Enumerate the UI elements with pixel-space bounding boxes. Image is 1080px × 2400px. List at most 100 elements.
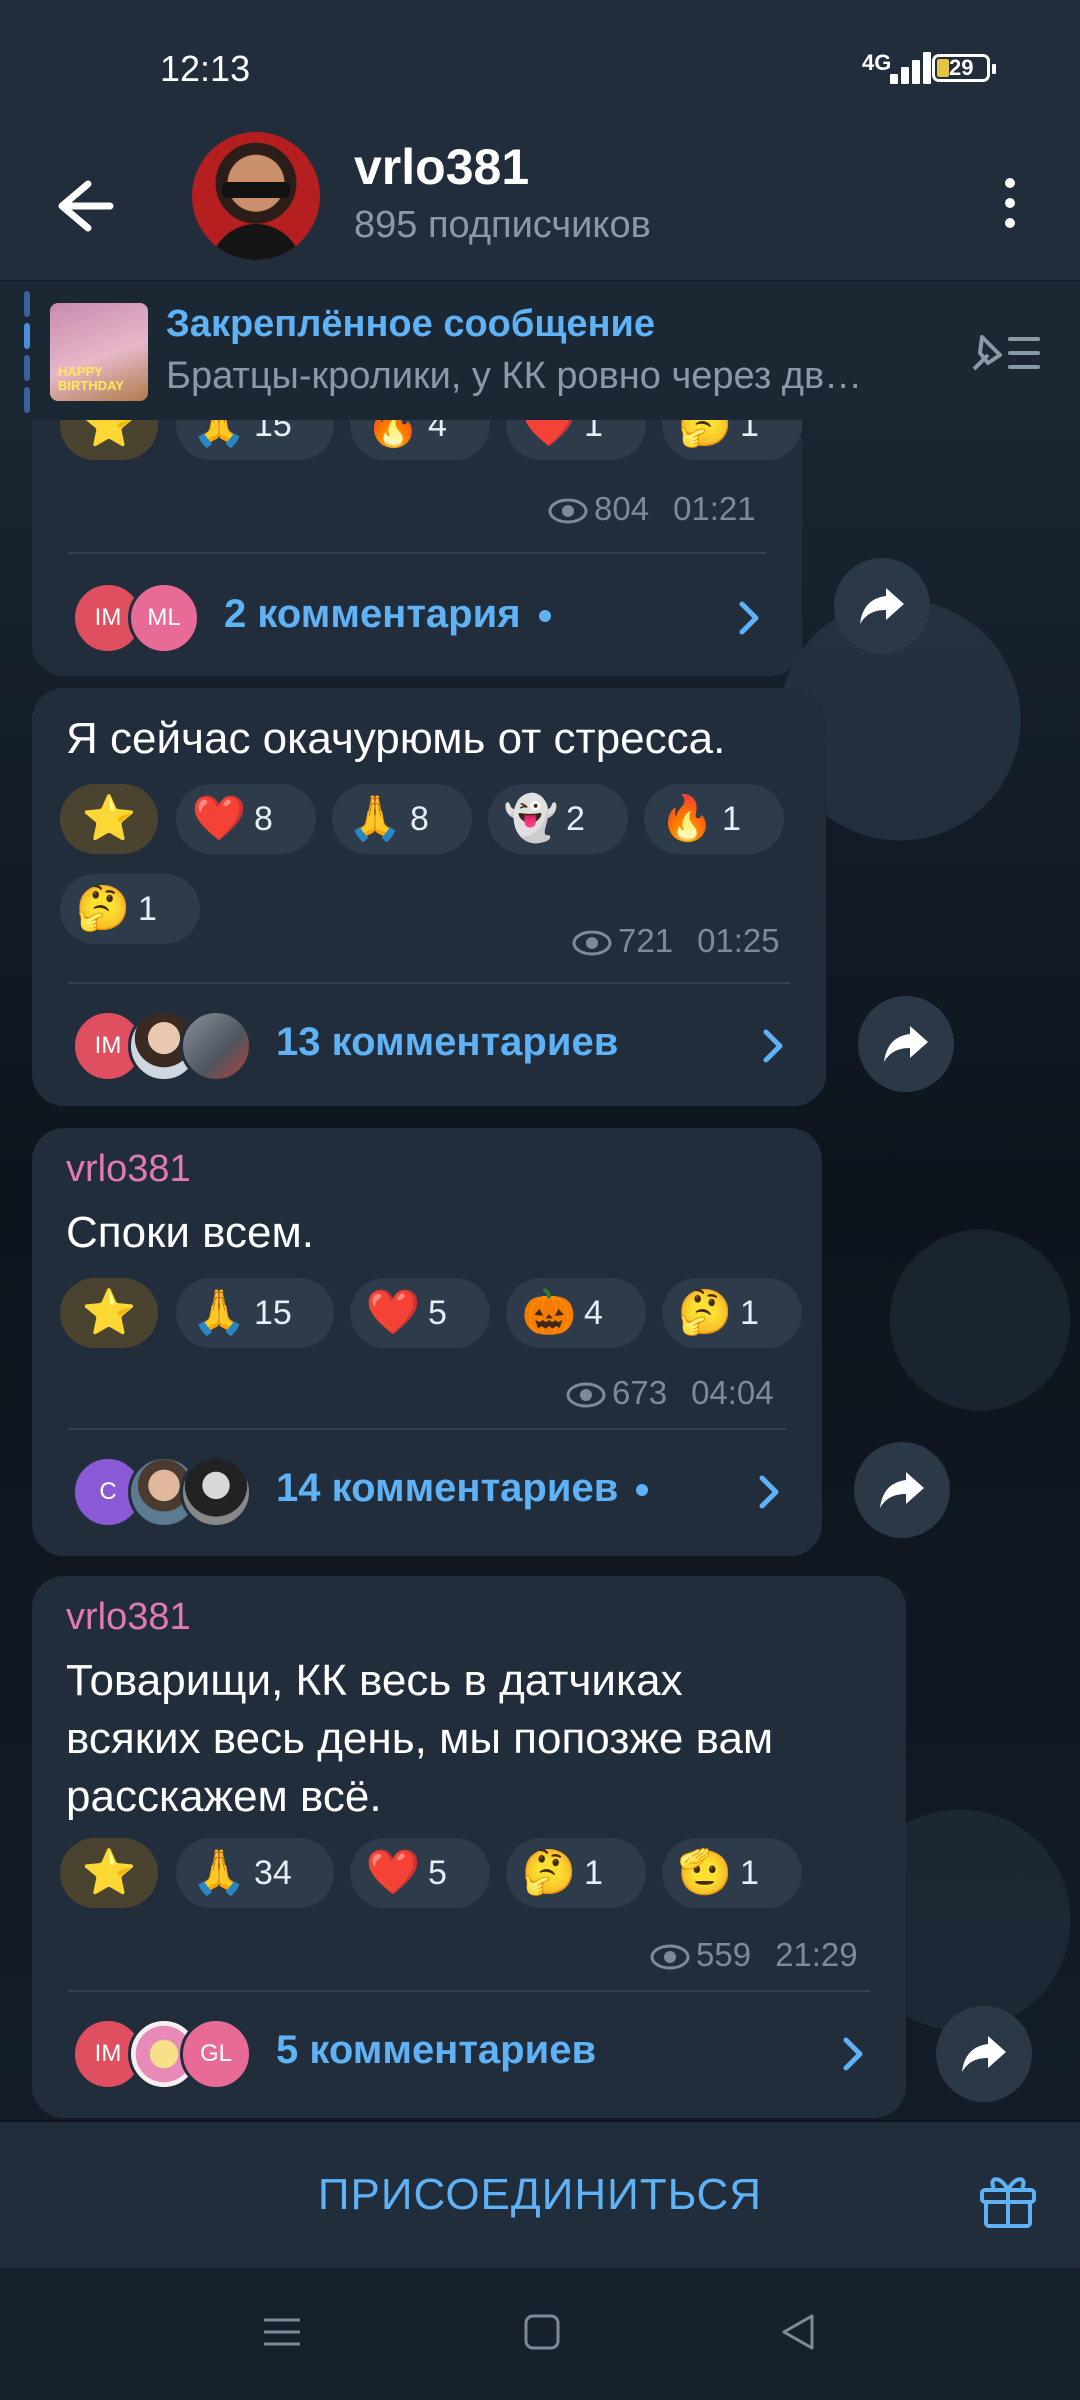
message-meta: 721 01:25 — [572, 922, 804, 960]
pinned-thumbnail-caption: HAPPY BIRTHDAY — [58, 364, 124, 393]
comments-count: 5 комментариев — [276, 2028, 597, 2072]
reaction-chip[interactable]: ❤️ 5 — [350, 1278, 490, 1348]
channel-avatar[interactable] — [192, 132, 320, 260]
reaction-chip[interactable]: 🙏 15 — [176, 1278, 334, 1348]
divider — [68, 1428, 786, 1430]
share-icon[interactable] — [858, 996, 954, 1092]
more-vert-icon[interactable] — [990, 168, 1030, 248]
gift-icon[interactable] — [976, 2168, 1040, 2232]
commenter-avatar — [180, 1010, 252, 1082]
chevron-right-icon — [759, 1475, 779, 1509]
message-meta: 804 01:21 — [548, 490, 780, 528]
unread-dot — [636, 1484, 649, 1497]
message-text: Товарищи, КК весь в датчиках всяких весь… — [66, 1652, 773, 1826]
message-author[interactable]: vrlo381 — [66, 1148, 191, 1191]
status-time: 12:13 — [160, 48, 251, 89]
channel-title[interactable]: vrlo381 — [354, 138, 529, 196]
status-bar: 12:13 4G 29 — [0, 0, 1080, 132]
view-count: 673 — [612, 1374, 668, 1411]
reaction-chip[interactable]: 🤔 1 — [662, 1278, 802, 1348]
divider — [68, 1990, 870, 1992]
commenter-avatar: ML — [128, 582, 200, 654]
message-author[interactable]: vrlo381 — [66, 1596, 191, 1639]
message-bubble[interactable]: vrlo381 Товарищи, КК весь в датчиках вся… — [32, 1576, 906, 2118]
battery-icon: 29 — [932, 54, 996, 82]
join-button[interactable]: ПРИСОЕДИНИТЬСЯ — [0, 2122, 1080, 2268]
message-bubble[interactable]: vrlo381 Споки всем. ⭐ 🙏 15 ❤️ 5 🎃 4 🤔 1 673 0… — [32, 1128, 822, 1556]
eye-icon — [650, 1944, 690, 1970]
message-time: 01:21 — [673, 490, 756, 527]
reaction-chip[interactable]: ❤️ 5 — [350, 1838, 490, 1908]
reaction-chip[interactable]: 🙏 8 — [332, 784, 472, 854]
reaction-chip[interactable]: 🙏 34 — [176, 1838, 334, 1908]
reaction-chip[interactable]: ⭐ — [60, 1278, 158, 1348]
comments-link[interactable]: IM 13 комментариев — [32, 986, 826, 1106]
view-count: 804 — [594, 490, 650, 527]
chevron-right-icon — [843, 2037, 863, 2071]
comments-count: 13 комментариев — [276, 1020, 619, 1064]
chevron-right-icon — [739, 601, 759, 635]
view-count: 559 — [696, 1936, 752, 1973]
reaction-chip[interactable]: 🤔 1 — [662, 420, 802, 460]
pinned-thumbnail: HAPPY BIRTHDAY — [50, 303, 148, 401]
subscriber-count: 895 подписчиков — [354, 204, 651, 246]
eye-icon — [548, 498, 588, 524]
reaction-chip[interactable]: ⭐ — [60, 784, 158, 854]
message-text: Я сейчас окачурюмь от стресса. — [66, 714, 726, 763]
chevron-right-icon — [763, 1029, 783, 1063]
system-nav-bar — [0, 2268, 1080, 2400]
message-time: 21:29 — [775, 1936, 858, 1973]
reaction-chip[interactable]: 🔥 1 — [644, 784, 784, 854]
reaction-chip[interactable]: 🔥 4 — [350, 420, 490, 460]
share-icon[interactable] — [854, 1442, 950, 1538]
comments-count: 14 комментариев — [276, 1466, 649, 1511]
reaction-chip[interactable]: 🤔 1 — [60, 874, 200, 944]
divider — [68, 982, 790, 984]
comments-link[interactable]: IM ML 2 комментария — [32, 558, 802, 676]
chat-header: vrlo381 895 подписчиков — [0, 132, 1080, 280]
eye-icon — [572, 930, 612, 956]
reaction-chip[interactable]: ⭐ — [60, 420, 158, 460]
back-triangle-icon[interactable] — [778, 2312, 818, 2357]
pinned-title: Закреплённое сообщение — [166, 303, 656, 345]
view-count: 721 — [618, 922, 674, 959]
reaction-chip[interactable]: 🤔 1 — [506, 1838, 646, 1908]
battery-level: 29 — [949, 55, 974, 80]
network-type: 4G — [862, 50, 892, 75]
reaction-chip[interactable]: 🙏 15 — [176, 420, 334, 460]
menu-icon[interactable] — [262, 2312, 302, 2357]
message-bubble[interactable]: Я сейчас окачурюмь от стресса. ⭐ ❤️ 8 🙏 8 … — [32, 688, 826, 1106]
reaction-chip[interactable]: ❤️ 1 — [506, 420, 646, 460]
message-bubble[interactable]: ⭐ 🙏 15 🔥 4 ❤️ 1 🤔 1 804 01:21 IM ML 2 коммент… — [32, 420, 802, 676]
pinned-indicator — [24, 291, 30, 413]
commenter-avatar: GL — [180, 2018, 252, 2090]
message-text-line: всяких весь день, мы попозже вам — [66, 1714, 774, 1763]
bottom-bar: ПРИСОЕДИНИТЬСЯ — [0, 2122, 1080, 2268]
message-text-line: Товарищи, КК весь в датчиках — [66, 1656, 683, 1705]
message-time: 01:25 — [697, 922, 780, 959]
comments-link[interactable]: IM GL 5 комментариев — [32, 1994, 906, 2114]
reaction-chip[interactable]: 👻 2 — [488, 784, 628, 854]
message-meta: 673 04:04 — [566, 1374, 798, 1412]
back-arrow-icon[interactable] — [40, 166, 130, 246]
message-meta: 559 21:29 — [650, 1936, 882, 1974]
reaction-chip[interactable]: 🫡 1 — [662, 1838, 802, 1908]
signal-icon — [890, 52, 932, 84]
comments-count: 2 комментария — [224, 592, 551, 637]
home-icon[interactable] — [522, 2312, 562, 2357]
message-time: 04:04 — [691, 1374, 774, 1411]
message-text-line: расскажем всё. — [66, 1772, 382, 1821]
divider — [68, 552, 766, 554]
commenter-avatar — [180, 1456, 252, 1528]
share-icon[interactable] — [936, 2006, 1032, 2102]
reaction-chip[interactable]: 🎃 4 — [506, 1278, 646, 1348]
pinned-message-bar[interactable]: HAPPY BIRTHDAY Закреплённое сообщение Бр… — [0, 280, 1080, 421]
reaction-chip[interactable]: ❤️ 8 — [176, 784, 316, 854]
pinned-preview: Братцы-кролики, у КК ровно через дв… — [166, 355, 863, 397]
pin-list-icon[interactable] — [966, 323, 1042, 383]
share-icon[interactable] — [834, 558, 930, 654]
comments-link[interactable]: C 14 комментариев — [32, 1432, 822, 1552]
message-text: Споки всем. — [66, 1208, 314, 1257]
unread-dot — [538, 610, 551, 623]
reaction-chip[interactable]: ⭐ — [60, 1838, 158, 1908]
